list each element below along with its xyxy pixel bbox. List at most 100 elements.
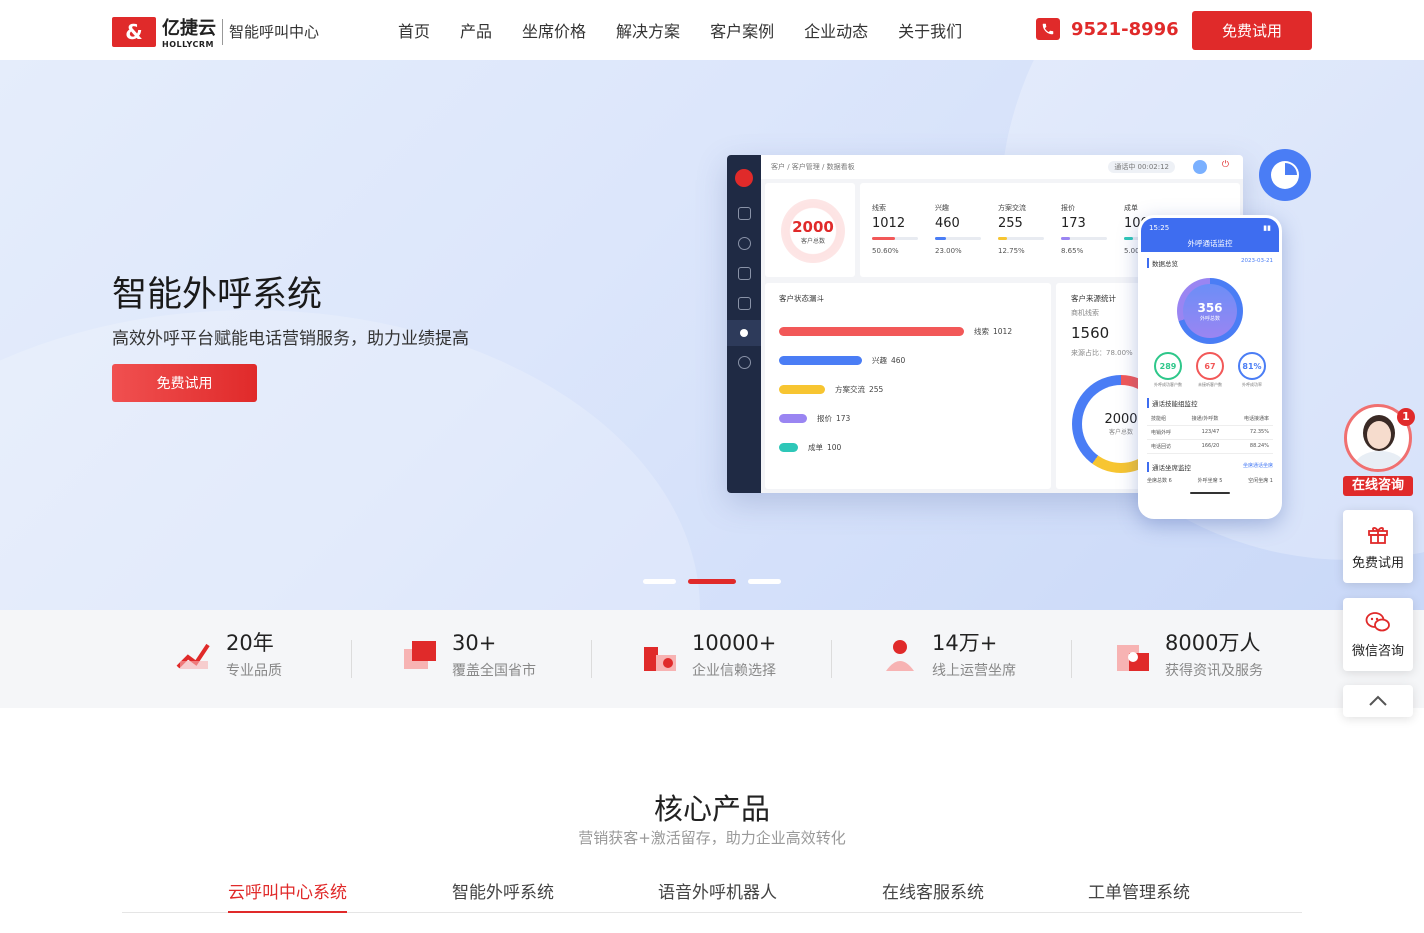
wechat-icon (1365, 612, 1390, 632)
metric-label: 报价 (1061, 204, 1075, 212)
tab-voice-robot[interactable]: 语音外呼机器人 (658, 878, 777, 903)
chat-bubble-icon (1259, 149, 1311, 201)
online-consult-widget[interactable]: 1 在线咨询 (1343, 404, 1415, 496)
phone-number: 9521-8996 (1071, 18, 1179, 40)
phone-mockup: 15:25 ▮▮ 外呼通话监控 数据总览 2023-03-21 356 外呼总数 … (1138, 215, 1282, 519)
stat-value: 8000万人 (1165, 631, 1261, 655)
metric-bar (1061, 237, 1107, 240)
section-title: 核心产品 (653, 792, 770, 826)
shield-icon (737, 297, 751, 310)
phone-header: 15:25 ▮▮ 外呼通话监控 (1141, 218, 1279, 252)
stat-enterprises: 10000+ 企业信赖选择 (642, 630, 776, 680)
stats-band: 20年专业品质 30+ 覆盖全国省市 10000+ 企业信赖选择 14万+ 线上运营坐… (0, 610, 1424, 708)
stat-label: 获得资讯及服务 (1165, 663, 1263, 679)
funnel-row: 兴趣 460 (779, 346, 1039, 375)
stat-value: 14万+ (932, 631, 998, 655)
tab-online-service[interactable]: 在线客服系统 (882, 878, 984, 903)
metric-bar (872, 237, 918, 240)
hotline[interactable]: 9521-8996 (1036, 18, 1179, 40)
phone-section-overview: 数据总览 (1152, 260, 1178, 268)
phone-seat-link: 坐席通话坐席 (1242, 463, 1273, 469)
table-cell: 电话回访 (1151, 444, 1172, 450)
nav-item-home[interactable]: 首页 (398, 18, 430, 42)
phone-kpi-value: 81% (1242, 361, 1262, 371)
metric-percent: 12.75% (998, 247, 1025, 255)
user-icon-active (727, 320, 761, 346)
metric-value: 173 (1061, 216, 1086, 231)
table-cell: 123/47 (1201, 429, 1220, 435)
main-nav: 首页 产品 坐席价格 解决方案 客户案例 企业动态 关于我们 (398, 0, 962, 60)
funnel-row: 线索 1012 (779, 317, 1039, 346)
carousel-dot[interactable] (748, 579, 781, 584)
nav-item-news[interactable]: 企业动态 (804, 18, 868, 42)
stat-label: 专业品质 (226, 663, 282, 679)
float-trial-button[interactable]: 免费试用 (1343, 510, 1413, 583)
notification-badge: 1 (1397, 408, 1415, 426)
phone-kpi-label: 外呼成功客户数 (1154, 382, 1182, 387)
table-cell: 技能组 (1151, 416, 1167, 422)
product-tabs: 云呼叫中心系统 智能外呼系统 语音外呼机器人 在线客服系统 工单管理系统 (122, 878, 1302, 913)
metric-value: 1012 (872, 216, 906, 231)
nav-item-cases[interactable]: 客户案例 (710, 18, 774, 42)
table-cell: 72.35% (1249, 429, 1269, 435)
users-icon (1115, 637, 1151, 673)
carousel-dot[interactable] (643, 579, 676, 584)
tab-ticket-system[interactable]: 工单管理系统 (1088, 878, 1190, 903)
metric-item: 兴趣 460 23.00% (935, 203, 981, 255)
stat-label: 覆盖全国省市 (452, 663, 536, 679)
seat-outbound: 外呼坐席 5 (1197, 478, 1223, 484)
phone-center-ring: 356 外呼总数 (1177, 278, 1243, 344)
metric-label: 兴趣 (935, 204, 949, 212)
metric-percent: 23.00% (935, 247, 962, 255)
phone-kpi: 289 外呼成功客户数 (1148, 352, 1188, 388)
nav-item-solutions[interactable]: 解决方案 (616, 18, 680, 42)
funnel-row: 方案交流 255 (779, 375, 1039, 404)
divider (591, 640, 592, 678)
home-indicator (1190, 492, 1230, 494)
gift-icon (1368, 527, 1388, 544)
source-subtitle: 商机线索 (1071, 309, 1099, 317)
metric-label: 方案交流 (998, 204, 1026, 212)
funnel-bar (779, 414, 807, 423)
table-header: 技能组 接通/外呼数 电话接通率 (1147, 412, 1273, 426)
metric-label: 线索 (872, 204, 886, 212)
carousel-dot-active[interactable] (688, 579, 736, 584)
stat-users: 8000万人获得资讯及服务 (1115, 630, 1263, 680)
funnel-label: 线索 (974, 327, 989, 336)
brand-tagline: 智能呼叫中心 (229, 23, 320, 41)
tab-cloud-call-center[interactable]: 云呼叫中心系统 (228, 878, 347, 913)
donut-value: 2000 (1104, 412, 1138, 427)
gear-icon (737, 356, 751, 369)
table-row: 电话回访 166/20 88.24% (1147, 440, 1273, 454)
chevron-up-icon (1369, 695, 1387, 706)
nav-item-products[interactable]: 产品 (460, 18, 492, 42)
phone-center-label: 外呼总数 (1199, 315, 1220, 322)
funnel-row: 报价 173 (779, 404, 1039, 433)
dashboard-breadcrumb: 客户 / 客户管理 / 数据看板 (771, 163, 855, 171)
metric-label: 成单 (1124, 204, 1138, 212)
brand-logo[interactable]: & 亿捷云 HOLLYCRM 智能呼叫中心 (112, 14, 319, 49)
stat-value: 30+ (452, 631, 497, 655)
nav-item-about[interactable]: 关于我们 (898, 18, 962, 42)
stat-value: 20年 (226, 631, 274, 655)
phone-kpi-ring: 81% (1238, 352, 1266, 380)
back-to-top-button[interactable] (1343, 685, 1413, 717)
phone-kpi-label: 未接听客户数 (1198, 382, 1222, 387)
header-trial-button[interactable]: 免费试用 (1192, 11, 1312, 50)
seat-idle: 空闲坐席 1 (1248, 478, 1273, 484)
stat-coverage: 30+ 覆盖全国省市 (402, 630, 536, 680)
stat-label: 企业信赖选择 (692, 663, 776, 679)
nav-item-pricing[interactable]: 坐席价格 (522, 18, 586, 42)
total-label: 客户总数 (800, 237, 825, 245)
hero-trial-button[interactable]: 免费试用 (112, 364, 257, 402)
stat-agents: 14万+ 线上运营坐席 (882, 630, 1016, 680)
power-icon: ⏻ (1221, 160, 1229, 170)
funnel-bar (779, 443, 798, 452)
metric-value: 255 (998, 216, 1023, 231)
phone-icon (737, 207, 751, 220)
tab-smart-outbound[interactable]: 智能外呼系统 (452, 878, 554, 903)
float-wechat-button[interactable]: 微信咨询 (1343, 598, 1413, 671)
divider (351, 640, 352, 678)
section-subtitle: 营销获客+激活留存，助力企业高效转化 (578, 829, 846, 847)
hero-title: 智能外呼系统 (112, 275, 323, 315)
